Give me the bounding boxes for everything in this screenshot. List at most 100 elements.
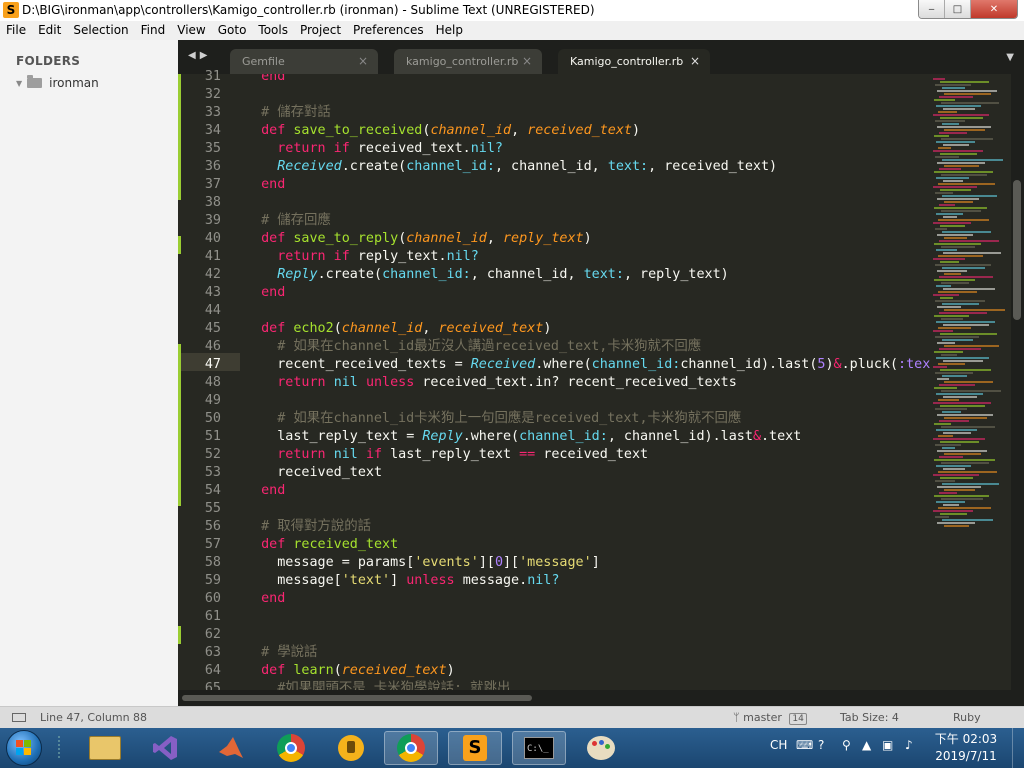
minimap-line <box>943 396 977 398</box>
minimap-line <box>937 342 955 344</box>
minimap-line <box>939 276 993 278</box>
minimap-line <box>942 123 959 125</box>
git-modified-marker <box>178 236 181 254</box>
taskbar-separator <box>58 736 60 760</box>
minimap-line <box>934 495 989 497</box>
code-editor[interactable]: end # 儲存對話 def save_to_received(channel_… <box>245 74 931 690</box>
network-icon[interactable]: ▣ <box>882 738 893 752</box>
minimap-line <box>941 462 989 464</box>
tab-kamigo-controller-lower[interactable]: kamigo_controller.rb × <box>394 49 542 74</box>
menu-edit[interactable]: Edit <box>32 21 67 40</box>
menu-find[interactable]: Find <box>135 21 172 40</box>
keyboard-icon[interactable]: ⌨ <box>796 738 813 752</box>
code-token: last_reply_text <box>390 447 520 462</box>
minimap-line <box>934 243 981 245</box>
minimap-line <box>936 429 977 431</box>
minimap-line <box>943 324 989 326</box>
close-icon[interactable]: × <box>358 54 368 68</box>
code-token: 'text' <box>341 573 391 588</box>
volume-icon[interactable]: ♪ <box>905 738 913 752</box>
tab-size-indicator[interactable]: Tab Size: 4 <box>840 711 899 724</box>
minimap-line <box>939 96 973 98</box>
input-language[interactable]: CH <box>770 738 787 752</box>
tab-label: Kamigo_controller.rb <box>570 55 684 68</box>
maximize-button[interactable]: □ <box>945 0 971 18</box>
menu-tools[interactable]: Tools <box>252 21 294 40</box>
menu-goto[interactable]: Goto <box>212 21 253 40</box>
minimap-line <box>937 306 961 308</box>
close-icon[interactable]: × <box>690 54 700 68</box>
line-number: 44 <box>204 303 221 318</box>
minimap-line <box>934 135 949 137</box>
minimize-button[interactable]: ‒ <box>919 0 945 18</box>
code-token: ] <box>591 555 600 570</box>
close-icon[interactable]: × <box>522 54 532 68</box>
sublime-icon[interactable]: S <box>448 731 502 765</box>
minimap-line <box>940 189 971 191</box>
explorer-icon[interactable] <box>78 731 132 765</box>
vertical-scroll-thumb[interactable] <box>1013 180 1021 320</box>
minimap-line <box>944 237 967 239</box>
code-token: end <box>245 177 286 192</box>
minimap-line <box>943 216 957 218</box>
lock-app-icon[interactable] <box>324 731 378 765</box>
chevron-down-icon[interactable]: ▼ <box>1006 52 1014 63</box>
minimap-line <box>938 435 953 437</box>
minimap-line <box>934 279 975 281</box>
sidebar-folder-ironman[interactable]: ▼ ironman <box>16 75 99 90</box>
visual-studio-icon[interactable] <box>138 731 192 765</box>
start-button[interactable] <box>6 730 42 766</box>
code-line: # 儲存回應 <box>245 212 331 230</box>
git-branch[interactable]: ᛘ master 14 <box>733 711 807 725</box>
minimap-line <box>936 357 989 359</box>
minimap-line <box>933 186 977 188</box>
horizontal-scroll-thumb[interactable] <box>182 695 532 701</box>
minimap-line <box>937 450 987 452</box>
tab-kamigo-controller-active[interactable]: Kamigo_controller.rb × <box>558 49 710 74</box>
minimap-line <box>942 267 985 269</box>
minimap-line <box>936 177 969 179</box>
code-token: end <box>245 591 286 606</box>
matlab-icon[interactable] <box>204 731 258 765</box>
menu-project[interactable]: Project <box>294 21 347 40</box>
minimap-line <box>939 456 963 458</box>
menu-selection[interactable]: Selection <box>67 21 134 40</box>
menu-preferences[interactable]: Preferences <box>347 21 430 40</box>
syntax-indicator[interactable]: Ruby <box>953 711 981 724</box>
pin-icon[interactable]: ⚲ <box>842 738 851 752</box>
terminal-icon[interactable]: C:\_ <box>512 731 566 765</box>
help-icon[interactable]: ? <box>818 738 824 752</box>
code-line: Received.create(channel_id:, channel_id,… <box>245 158 777 176</box>
minimap[interactable] <box>931 74 1011 690</box>
code-token: received_text.in? recent_received_texts <box>422 375 737 390</box>
code-token: return if <box>245 249 358 264</box>
code-token: 'events' <box>414 555 479 570</box>
vertical-scrollbar[interactable] <box>1011 74 1024 690</box>
show-desktop-button[interactable] <box>1012 728 1024 768</box>
tab-gemfile[interactable]: Gemfile × <box>230 49 378 74</box>
code-token: channel_id <box>341 321 423 336</box>
close-button[interactable]: ✕ <box>971 0 1017 18</box>
minimap-line <box>939 312 987 314</box>
tab-nav-arrows-icon[interactable]: ◀▶ <box>188 50 211 61</box>
menu-bar: File Edit Selection Find View Goto Tools… <box>0 21 1024 40</box>
minimap-line <box>936 141 975 143</box>
code-token: last_reply_text = <box>245 429 423 444</box>
menu-view[interactable]: View <box>171 21 211 40</box>
chrome-icon[interactable] <box>384 731 438 765</box>
menu-file[interactable]: File <box>0 21 32 40</box>
chrome-icon[interactable] <box>264 731 318 765</box>
minimap-line <box>944 129 985 131</box>
code-token: .create( <box>317 267 383 282</box>
triangle-down-icon[interactable]: ▼ <box>16 79 22 88</box>
minimap-line <box>943 432 971 434</box>
clock-time: 下午 02:03 <box>934 732 998 746</box>
clock[interactable]: 下午 02:03 2019/7/11 <box>934 731 998 765</box>
code-token: # 取得對方說的話 <box>245 519 371 534</box>
minimap-line <box>938 363 965 365</box>
panel-icon[interactable] <box>12 713 26 722</box>
paint-icon[interactable] <box>574 731 628 765</box>
menu-help[interactable]: Help <box>430 21 469 40</box>
code-token: reply_text. <box>357 249 447 264</box>
show-hidden-icons-icon[interactable]: ▲ <box>862 738 871 752</box>
